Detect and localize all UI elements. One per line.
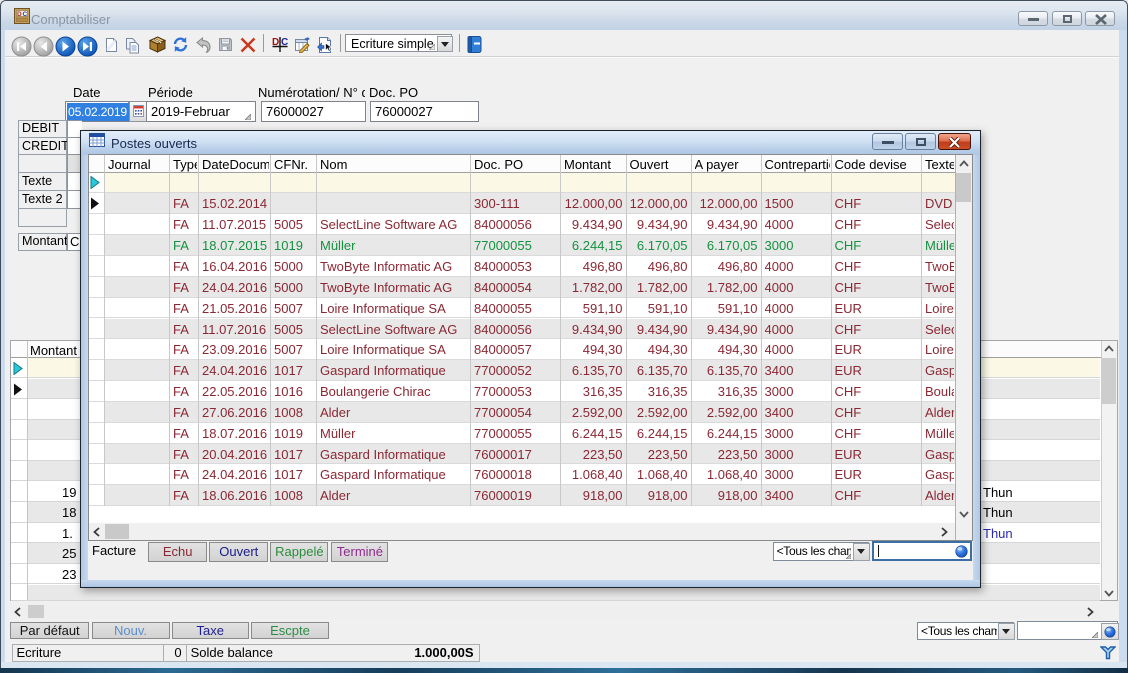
svg-text:D: D	[17, 11, 22, 18]
svg-text:C: C	[23, 11, 28, 18]
